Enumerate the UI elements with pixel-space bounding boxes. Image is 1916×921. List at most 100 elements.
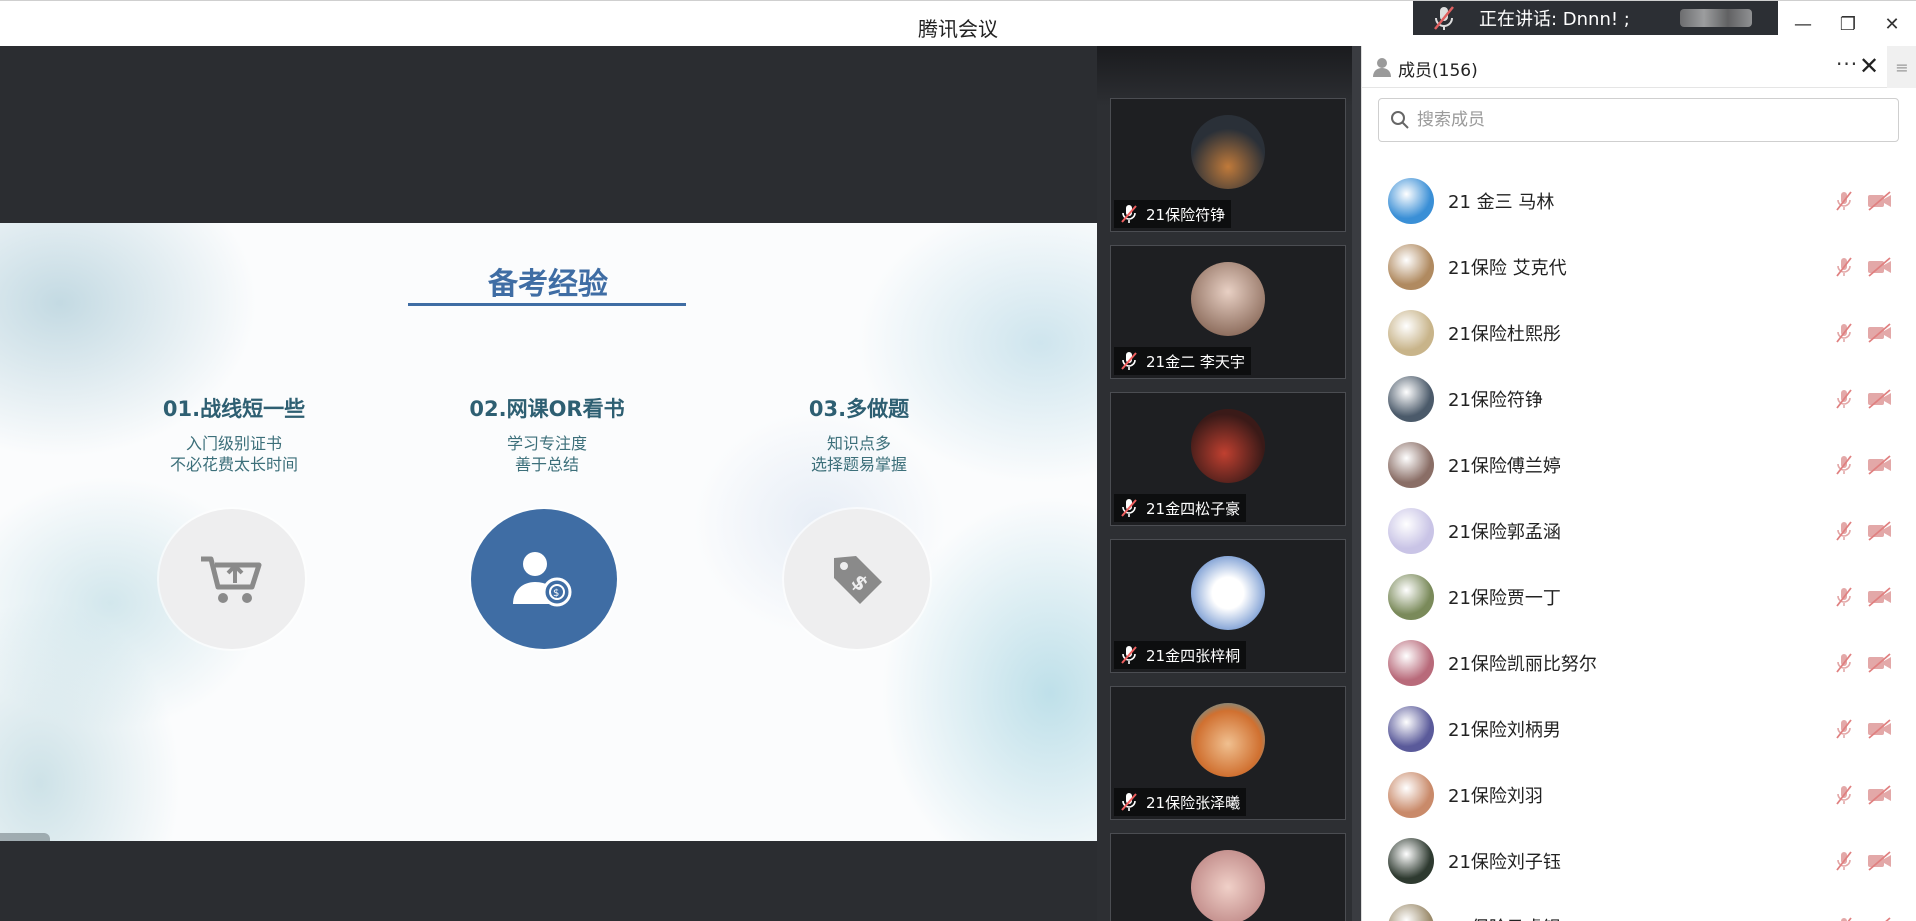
- column-line: 不必花费太长时间: [169, 455, 298, 474]
- member-row[interactable]: 21保险刘子钰: [1362, 828, 1916, 894]
- avatar: [1388, 244, 1434, 290]
- video-tile[interactable]: 21金四松子豪: [1110, 392, 1346, 526]
- member-name: 21保险 艾克代: [1448, 258, 1567, 279]
- avatar: [1191, 556, 1265, 630]
- mic-muted-icon[interactable]: [1832, 651, 1856, 675]
- avatar: [1388, 838, 1434, 884]
- member-row[interactable]: 21保险凯丽比努尔: [1362, 630, 1916, 696]
- camera-off-icon[interactable]: [1866, 651, 1894, 675]
- column-line: 选择题易掌握: [810, 455, 907, 474]
- mic-muted-icon[interactable]: [1832, 585, 1856, 609]
- avatar: [1388, 772, 1434, 818]
- avatar: [1388, 508, 1434, 554]
- mic-muted-icon[interactable]: [1832, 189, 1856, 213]
- video-strip: 21保险符铮 21金二 李天宇 21金四松子豪 21金四张梓桐 21保险张泽曦: [1097, 46, 1361, 921]
- mic-muted-icon: [1118, 350, 1140, 372]
- avatar: [1191, 409, 1265, 483]
- video-tile[interactable]: 21保险符铮: [1110, 98, 1346, 232]
- member-row[interactable]: 21 金三 马林: [1362, 168, 1916, 234]
- mic-muted-icon[interactable]: [1832, 453, 1856, 477]
- camera-off-icon[interactable]: [1866, 255, 1894, 279]
- camera-off-icon[interactable]: [1866, 849, 1894, 873]
- avatar: [1191, 262, 1265, 336]
- column-line: 知识点多: [826, 434, 891, 453]
- mic-muted-icon[interactable]: [1832, 915, 1856, 921]
- person-icon: [1371, 56, 1393, 78]
- member-name: 21保险刘羽: [1448, 786, 1543, 807]
- member-row[interactable]: 21保险郭孟涵: [1362, 498, 1916, 564]
- participant-name: 21金四张梓桐: [1146, 646, 1241, 665]
- avatar: [1388, 640, 1434, 686]
- avatar: [1191, 115, 1265, 189]
- panel-menu-button[interactable]: ≡: [1887, 46, 1916, 88]
- member-name: 21保险符铮: [1448, 390, 1543, 411]
- avatar: [1388, 178, 1434, 224]
- avatar: [1191, 703, 1265, 777]
- slide-title: 备考经验: [488, 267, 608, 302]
- title-bar: 腾讯会议 正在讲话: Dnnn! ; — ❐ ✕: [0, 0, 1916, 46]
- video-tile[interactable]: 21保险张泽曦: [1110, 686, 1346, 820]
- camera-off-icon[interactable]: [1866, 387, 1894, 411]
- member-row[interactable]: 21保险符铮: [1362, 366, 1916, 432]
- shared-slide: 备考经验 01.战线短一些 入门级别证书 不必花费太长时间 02.网课OR看书 学…: [0, 223, 1097, 841]
- slide-column-2: 02.网课OR看书 学习专注度 善于总结: [417, 393, 677, 475]
- member-row[interactable]: 21保险贾一丁: [1362, 564, 1916, 630]
- participant-name: 21金二 李天宇: [1146, 352, 1245, 371]
- avatar: [1388, 706, 1434, 752]
- camera-off-icon[interactable]: [1866, 519, 1894, 543]
- member-row[interactable]: 21保险刘羽: [1362, 762, 1916, 828]
- member-name: 21保险贾一丁: [1448, 588, 1561, 609]
- member-name: 21保险杜熙彤: [1448, 324, 1561, 345]
- video-tile[interactable]: 21金二 李天宇: [1110, 245, 1346, 379]
- camera-off-icon[interactable]: [1866, 915, 1894, 921]
- camera-off-icon[interactable]: [1866, 783, 1894, 807]
- cart-upload-icon: [159, 509, 305, 649]
- mic-muted-icon[interactable]: [1832, 519, 1856, 543]
- avatar: [1388, 376, 1434, 422]
- members-count-title: 成员(156): [1398, 61, 1478, 81]
- member-search[interactable]: [1378, 98, 1899, 142]
- minimize-button[interactable]: —: [1790, 11, 1816, 37]
- camera-off-icon[interactable]: [1866, 453, 1894, 477]
- video-tile[interactable]: 21金四张梓桐: [1110, 539, 1346, 673]
- mic-muted-icon[interactable]: [1832, 849, 1856, 873]
- member-name: 21保险郭孟涵: [1448, 522, 1561, 543]
- camera-off-icon[interactable]: [1866, 189, 1894, 213]
- mic-muted-icon: [1118, 644, 1140, 666]
- member-row[interactable]: 21保险刘柄男: [1362, 696, 1916, 762]
- member-name: 21保险凯丽比努尔: [1448, 654, 1597, 675]
- mic-muted-icon[interactable]: [1832, 783, 1856, 807]
- column-heading: 03.多做题: [808, 397, 910, 421]
- column-line: 入门级别证书: [185, 434, 282, 453]
- avatar: [1388, 574, 1434, 620]
- user-target-icon: $: [471, 509, 617, 649]
- camera-off-icon[interactable]: [1866, 717, 1894, 741]
- member-name: 21保险刘子钰: [1448, 852, 1561, 873]
- member-row[interactable]: 21保险 艾克代: [1362, 234, 1916, 300]
- member-row[interactable]: 21保险杜熙彤: [1362, 300, 1916, 366]
- member-name: 21 金三 马林: [1448, 192, 1555, 213]
- search-input[interactable]: [1417, 110, 1877, 130]
- slide-outline-button[interactable]: [0, 833, 50, 841]
- close-button[interactable]: ✕: [1879, 11, 1905, 37]
- close-panel-button[interactable]: ✕: [1859, 52, 1879, 80]
- mic-muted-icon[interactable]: [1832, 255, 1856, 279]
- camera-off-icon[interactable]: [1866, 585, 1894, 609]
- shared-screen-stage: 备考经验 01.战线短一些 入门级别证书 不必花费太长时间 02.网课OR看书 学…: [0, 46, 1097, 921]
- slide-column-1: 01.战线短一些 入门级别证书 不必花费太长时间: [104, 393, 364, 475]
- mic-muted-icon[interactable]: [1832, 387, 1856, 411]
- mic-muted-icon[interactable]: [1832, 717, 1856, 741]
- camera-off-icon[interactable]: [1866, 321, 1894, 345]
- mic-muted-icon[interactable]: [1832, 321, 1856, 345]
- mic-muted-icon: [1118, 791, 1140, 813]
- member-row[interactable]: 21保险傅兰婷: [1362, 432, 1916, 498]
- speaking-indicator: 正在讲话: Dnnn! ;: [1413, 1, 1778, 35]
- member-name: 21保险刘柄男: [1448, 720, 1561, 741]
- video-tile[interactable]: [1110, 833, 1346, 921]
- member-name: 21保险马睿锡: [1448, 914, 1561, 921]
- member-row[interactable]: 21保险马睿锡: [1362, 894, 1916, 921]
- restore-button[interactable]: ❐: [1835, 11, 1861, 37]
- video-strip-scrollbar[interactable]: [1352, 46, 1361, 921]
- speaker-video-thumb: [1680, 9, 1752, 27]
- more-options-button[interactable]: ···: [1836, 52, 1858, 76]
